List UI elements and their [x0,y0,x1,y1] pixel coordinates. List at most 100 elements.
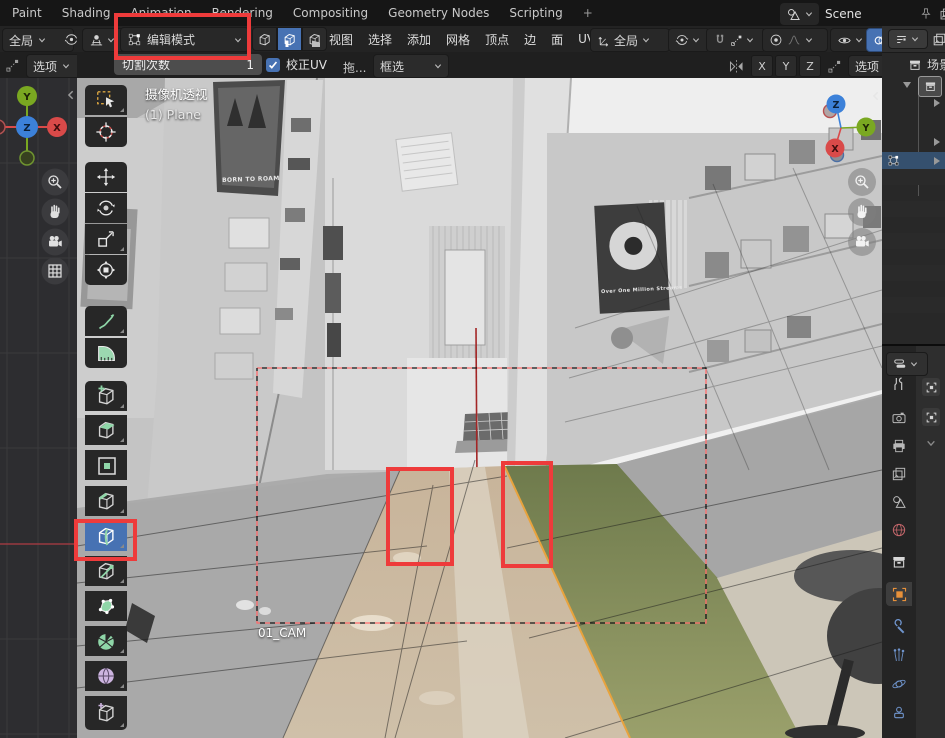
tool-cursor[interactable] [85,117,127,147]
mirror-y-button[interactable]: Y [775,55,797,77]
mode-label: 编辑模式 [147,31,229,48]
menu-vertex[interactable]: 顶点 [484,31,510,48]
workspace-tab-animation[interactable]: Animation [120,1,201,26]
tool-spin[interactable] [85,626,127,656]
chevron-down-icon [805,36,813,44]
properties-tab-view-layer[interactable] [886,462,912,486]
workspace-tab-scripting[interactable]: Scripting [499,1,572,26]
workspace-tab-rendering[interactable]: Rendering [202,1,283,26]
menu-view[interactable]: 视图 [328,31,354,48]
mirror-x-button[interactable]: X [751,55,773,77]
view-layer-icon[interactable] [939,7,945,21]
pivot-point-dropdown[interactable] [668,28,710,52]
workspace-tab-shading[interactable]: Shading [52,1,121,26]
zoom-button[interactable] [848,168,876,196]
scene-collection-label: 场景集合 [927,56,945,73]
tool-smooth[interactable] [85,661,127,691]
secondary-viewport-canvas[interactable]: Y X Z [0,78,77,738]
edge-select-mode-button[interactable] [277,27,302,51]
pin-icon[interactable] [919,7,933,21]
workspace-tab-geometry-nodes[interactable]: Geometry Nodes [378,1,499,26]
svg-text:Z: Z [833,100,840,111]
menu-add[interactable]: 添加 [406,31,432,48]
vertex-select-mode-button[interactable] [252,27,277,51]
mirror-icon[interactable] [728,58,745,75]
proportional-editing-icon [769,33,783,47]
properties-tab-collection[interactable] [886,550,912,574]
tool-bevel[interactable] [85,486,127,516]
orientation-icon [597,34,610,47]
menu-mesh[interactable]: 网格 [445,31,471,48]
add-workspace-button[interactable]: + [573,1,603,26]
collection-icon [908,58,922,72]
tool-measure[interactable] [85,338,127,368]
scene-name[interactable]: Scene [825,7,913,21]
left-options-dropdown[interactable]: 选项 [26,54,79,78]
transform-falloff-icon[interactable] [5,58,20,73]
tool-scale[interactable] [85,224,127,254]
tool-annotate[interactable] [85,306,127,336]
proportional-editing-dropdown[interactable] [762,28,828,52]
panel-collapse-chevron[interactable] [926,438,936,448]
tool-transform[interactable] [85,255,127,285]
properties-tab-physics[interactable] [886,672,912,696]
outliner-filter-dropdown[interactable] [888,29,928,49]
workspace-tab-paint[interactable]: Paint [2,1,52,26]
chevron-down-icon [746,36,754,44]
zoom-button[interactable] [42,169,69,196]
properties-tab-scene[interactable] [886,490,912,514]
red-edge-line [476,328,477,482]
properties-tab-modifiers[interactable] [886,614,912,638]
outliner-selected-item[interactable] [882,152,945,169]
pin-id-button[interactable] [922,378,940,396]
correct-uv-checkbox[interactable] [266,58,280,72]
cuts-label: 切割次数 [122,56,170,73]
orientation-label: 全局 [614,32,638,49]
tool-move[interactable] [85,162,127,192]
properties-tab-particles[interactable] [886,643,912,667]
tool-inset-faces[interactable] [85,450,127,480]
tool-add-cube[interactable] [85,381,127,411]
grid-ortho-button[interactable] [42,258,69,285]
tool-settings-bar: 切割次数 1 校正UV 拖... 框选 X Y Z 选项 [77,52,882,78]
mode-dropdown[interactable]: 编辑模式 [120,27,249,52]
workspace-tab-compositing[interactable]: Compositing [283,1,378,26]
outliner-collection-item[interactable] [918,76,942,97]
menu-select[interactable]: 选择 [367,31,393,48]
scene-icon [786,7,801,22]
drag-label[interactable]: 拖... [343,59,366,76]
tool-knife[interactable] [85,556,127,586]
snapping-dropdown[interactable] [706,28,766,52]
outliner-expand-arrow[interactable] [934,138,940,146]
id-browse-button[interactable] [922,408,940,426]
new-collection-icon[interactable] [932,32,945,47]
properties-tab-output[interactable] [886,434,912,458]
drag-mode-dropdown[interactable]: 框选 [373,54,449,78]
tool-loop-cut[interactable] [85,521,127,551]
tool-poly-build[interactable] [85,591,127,621]
face-select-mode-button[interactable] [302,27,327,51]
tool-extrude-region[interactable] [85,415,127,445]
properties-tab-object[interactable] [886,582,912,606]
outliner-expand-arrow[interactable] [934,99,940,107]
tool-rip-region[interactable] [85,696,127,730]
tool-rotate[interactable] [85,193,127,223]
properties-tab-tool[interactable] [886,372,912,396]
outliner-scene-collection[interactable]: 场景集合 [908,56,945,73]
poster-streams [594,202,670,314]
mirror-z-button[interactable]: Z [799,55,821,77]
properties-tab-constraints[interactable] [886,701,912,725]
scene-selector[interactable] [780,3,819,25]
expand-triangle[interactable] [903,82,911,88]
menu-edge[interactable]: 边 [523,31,537,48]
menu-face[interactable]: 面 [550,31,564,48]
viewport-canvas[interactable]: Z Y X [77,78,882,738]
properties-tab-world[interactable] [886,518,912,542]
transform-orientation-dropdown[interactable]: 全局 [590,28,670,52]
svg-text:X: X [53,123,61,134]
tool-tweak-select[interactable] [85,85,127,115]
properties-tab-render[interactable] [886,406,912,430]
number-of-cuts-field[interactable]: 切割次数 1 [114,54,262,75]
filter-icon [895,33,908,46]
transform-falloff-icon[interactable] [827,59,842,74]
